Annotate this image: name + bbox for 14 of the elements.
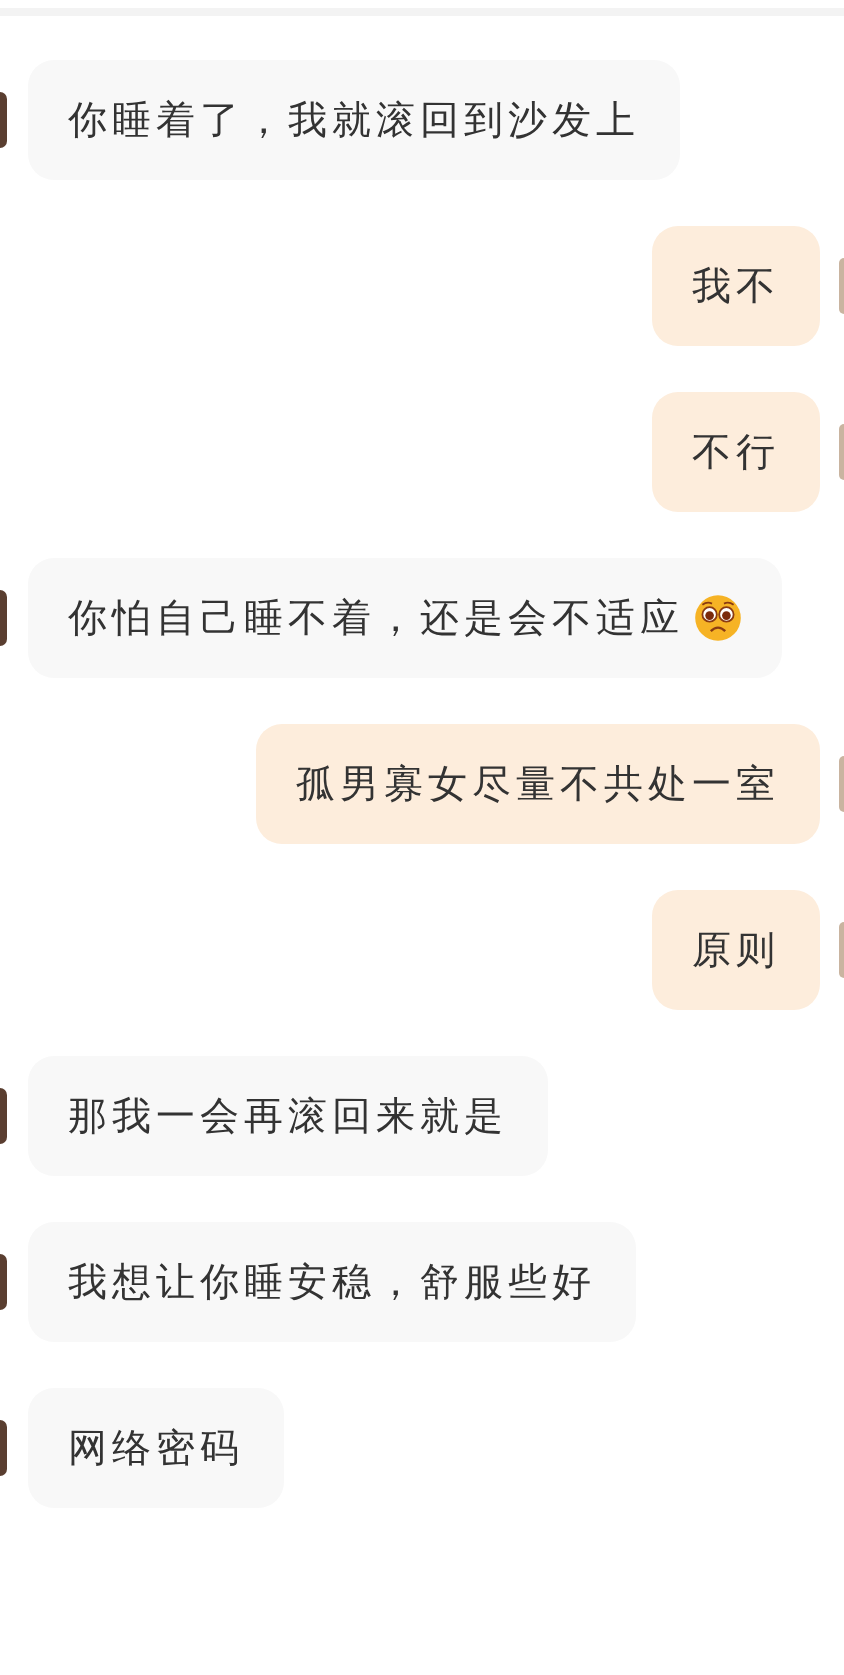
message-text: 网络密码 [68,1424,244,1472]
message-text: 孤男寡女尽量不共处一室 [296,760,780,808]
avatar-icon[interactable] [0,1420,7,1476]
message-text: 你怕自己睡不着，还是会不适应 [68,594,684,642]
message-text: 我不 [692,262,780,310]
avatar-icon[interactable] [0,1254,7,1310]
avatar-icon[interactable] [0,92,7,148]
avatar-icon[interactable] [0,590,7,646]
message-text: 我想让你睡安稳，舒服些好 [68,1258,596,1306]
message-text: 你睡着了，我就滚回到沙发上 [68,96,640,144]
message-text: 原则 [692,926,780,974]
avatar-icon[interactable] [0,1088,7,1144]
message-text: 那我一会再滚回来就是 [68,1092,508,1140]
message-text: 不行 [692,428,780,476]
